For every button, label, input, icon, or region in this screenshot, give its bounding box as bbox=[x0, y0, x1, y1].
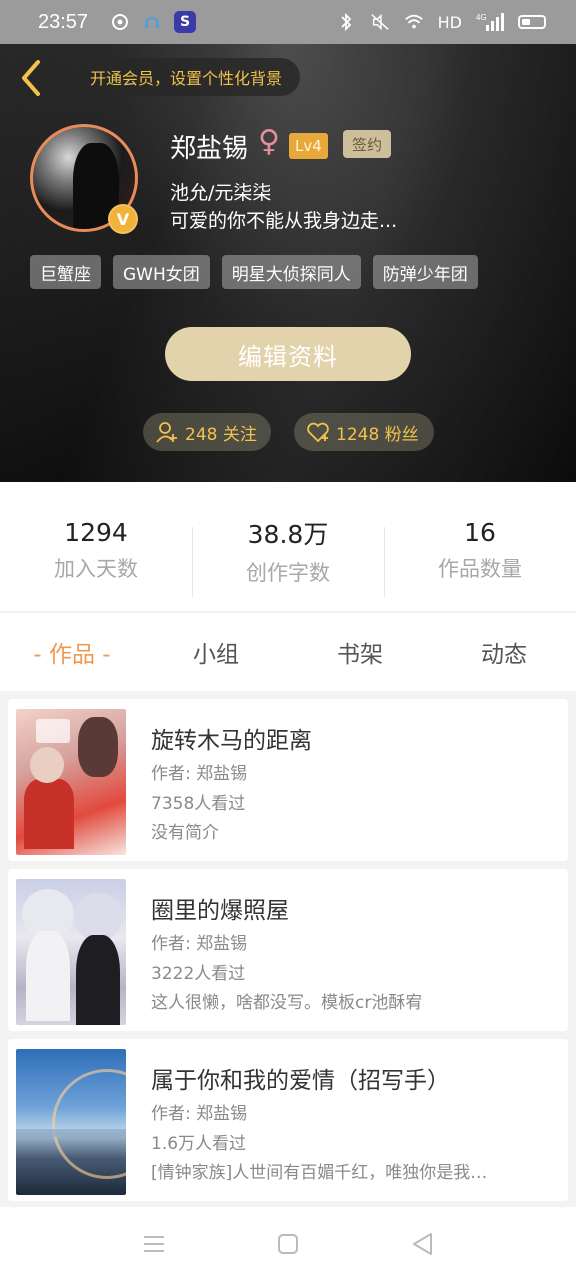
signal-icon: 4G bbox=[476, 12, 504, 32]
user-add-icon bbox=[155, 420, 179, 444]
signed-author-badge: 签约 bbox=[343, 130, 392, 158]
following-button[interactable]: 248 关注 bbox=[143, 413, 271, 451]
stat-value: 16 bbox=[464, 518, 496, 547]
home-square-icon bbox=[278, 1233, 298, 1254]
book-cover bbox=[16, 1049, 126, 1195]
username: 郑盐锡 bbox=[170, 134, 249, 164]
headset-notification-icon bbox=[142, 12, 162, 32]
female-gender-icon: ♀ bbox=[258, 124, 280, 159]
book-views: 7358人看过 bbox=[151, 794, 246, 814]
profile-tag[interactable]: 明星大侦探同人 bbox=[221, 255, 361, 289]
menu-button[interactable] bbox=[140, 1230, 168, 1258]
stat-label: 创作字数 bbox=[246, 560, 330, 585]
profile-tag[interactable]: 巨蟹座 bbox=[30, 255, 101, 289]
book-views: 1.6万人看过 bbox=[151, 1134, 247, 1154]
stat-joined-days: 1294 加入天数 bbox=[0, 482, 192, 611]
tab-bookshelf[interactable]: 书架 bbox=[288, 635, 432, 669]
stat-label: 加入天数 bbox=[54, 557, 138, 581]
book-title: 属于你和我的爱情（招写手） bbox=[151, 1068, 450, 1094]
menu-icon bbox=[144, 1235, 164, 1252]
stat-value: 38.8万 bbox=[247, 519, 329, 549]
book-intro: 这人很懒，啥都没写。模板cr池酥宥 bbox=[151, 993, 423, 1013]
profile-tags: 巨蟹座 GWH女团 明星大侦探同人 防弹少年团 bbox=[30, 255, 478, 289]
book-views: 3222人看过 bbox=[151, 964, 246, 984]
weibo-notification-icon bbox=[110, 12, 130, 32]
book-intro: 没有简介 bbox=[151, 823, 219, 843]
bluetooth-icon bbox=[336, 12, 356, 32]
signal-label: 4G bbox=[476, 13, 487, 22]
profile-tag[interactable]: GWH女团 bbox=[113, 255, 210, 289]
following-label: 248 关注 bbox=[185, 424, 257, 445]
network-type-label: HD bbox=[437, 12, 462, 32]
bio-line-1: 池允/元柒柒 bbox=[170, 182, 272, 204]
system-nav-bar bbox=[0, 1207, 576, 1280]
tab-works[interactable]: - 作品 - bbox=[0, 635, 144, 669]
list-item[interactable]: 圈里的爆照屋 作者: 郑盐锡 3222人看过 这人很懒，啥都没写。模板cr池酥宥 bbox=[8, 869, 568, 1031]
mute-icon bbox=[370, 12, 390, 32]
chevron-left-icon bbox=[22, 60, 40, 96]
book-intro: [情钟家族]人世间有百媚千红，唯独你是我… bbox=[151, 1163, 488, 1183]
verified-badge-icon: V bbox=[108, 204, 138, 234]
stat-word-count: 38.8万 创作字数 bbox=[192, 482, 384, 611]
book-cover bbox=[16, 709, 126, 855]
fans-label: 1248 粉丝 bbox=[336, 424, 419, 445]
vip-background-prompt[interactable]: 开通会员，设置个性化背景 bbox=[72, 58, 301, 96]
book-author: 作者: 郑盐锡 bbox=[151, 1104, 248, 1124]
app-notification-icon: S bbox=[174, 11, 197, 33]
stat-works-count: 16 作品数量 bbox=[384, 482, 576, 611]
stats-bar: 1294 加入天数 38.8万 创作字数 16 作品数量 bbox=[0, 482, 576, 612]
status-time: 23:57 bbox=[38, 10, 89, 33]
fans-button[interactable]: 1248 粉丝 bbox=[294, 413, 434, 451]
edit-profile-button[interactable]: 编辑资料 bbox=[165, 327, 411, 381]
wifi-icon bbox=[404, 12, 424, 32]
profile-tag[interactable]: 防弹少年团 bbox=[372, 255, 478, 289]
profile-header: 开通会员，设置个性化背景 V 郑盐锡 ♀ Lv4 签约 池允/元柒柒 可爱的你不… bbox=[0, 44, 576, 482]
level-badge: Lv4 bbox=[289, 133, 328, 159]
home-button[interactable] bbox=[274, 1230, 302, 1258]
bio-line-2: 可爱的你不能从我身边走... bbox=[170, 210, 398, 232]
book-title: 圈里的爆照屋 bbox=[151, 898, 289, 924]
tab-activity[interactable]: 动态 bbox=[432, 635, 576, 669]
back-button[interactable] bbox=[16, 58, 46, 98]
list-item[interactable]: 属于你和我的爱情（招写手） 作者: 郑盐锡 1.6万人看过 [情钟家族]人世间有… bbox=[8, 1039, 568, 1201]
heart-add-icon bbox=[306, 420, 330, 444]
battery-icon bbox=[518, 15, 546, 29]
status-bar: 23:57 S HD 4G bbox=[0, 0, 576, 44]
works-list: 旋转木马的距离 作者: 郑盐锡 7358人看过 没有简介 圈里的爆照屋 作者: … bbox=[0, 691, 576, 1207]
book-author: 作者: 郑盐锡 bbox=[151, 764, 248, 784]
profile-tabs: - 作品 - 小组 书架 动态 bbox=[0, 613, 576, 691]
back-triangle-icon bbox=[413, 1232, 432, 1255]
stat-value: 1294 bbox=[64, 518, 128, 547]
book-title: 旋转木马的距离 bbox=[151, 728, 312, 754]
tab-groups[interactable]: 小组 bbox=[144, 635, 288, 669]
book-author: 作者: 郑盐锡 bbox=[151, 934, 248, 954]
back-nav-button[interactable] bbox=[408, 1230, 436, 1258]
stat-label: 作品数量 bbox=[438, 557, 522, 581]
book-cover bbox=[16, 879, 126, 1025]
list-item[interactable]: 旋转木马的距离 作者: 郑盐锡 7358人看过 没有简介 bbox=[8, 699, 568, 861]
